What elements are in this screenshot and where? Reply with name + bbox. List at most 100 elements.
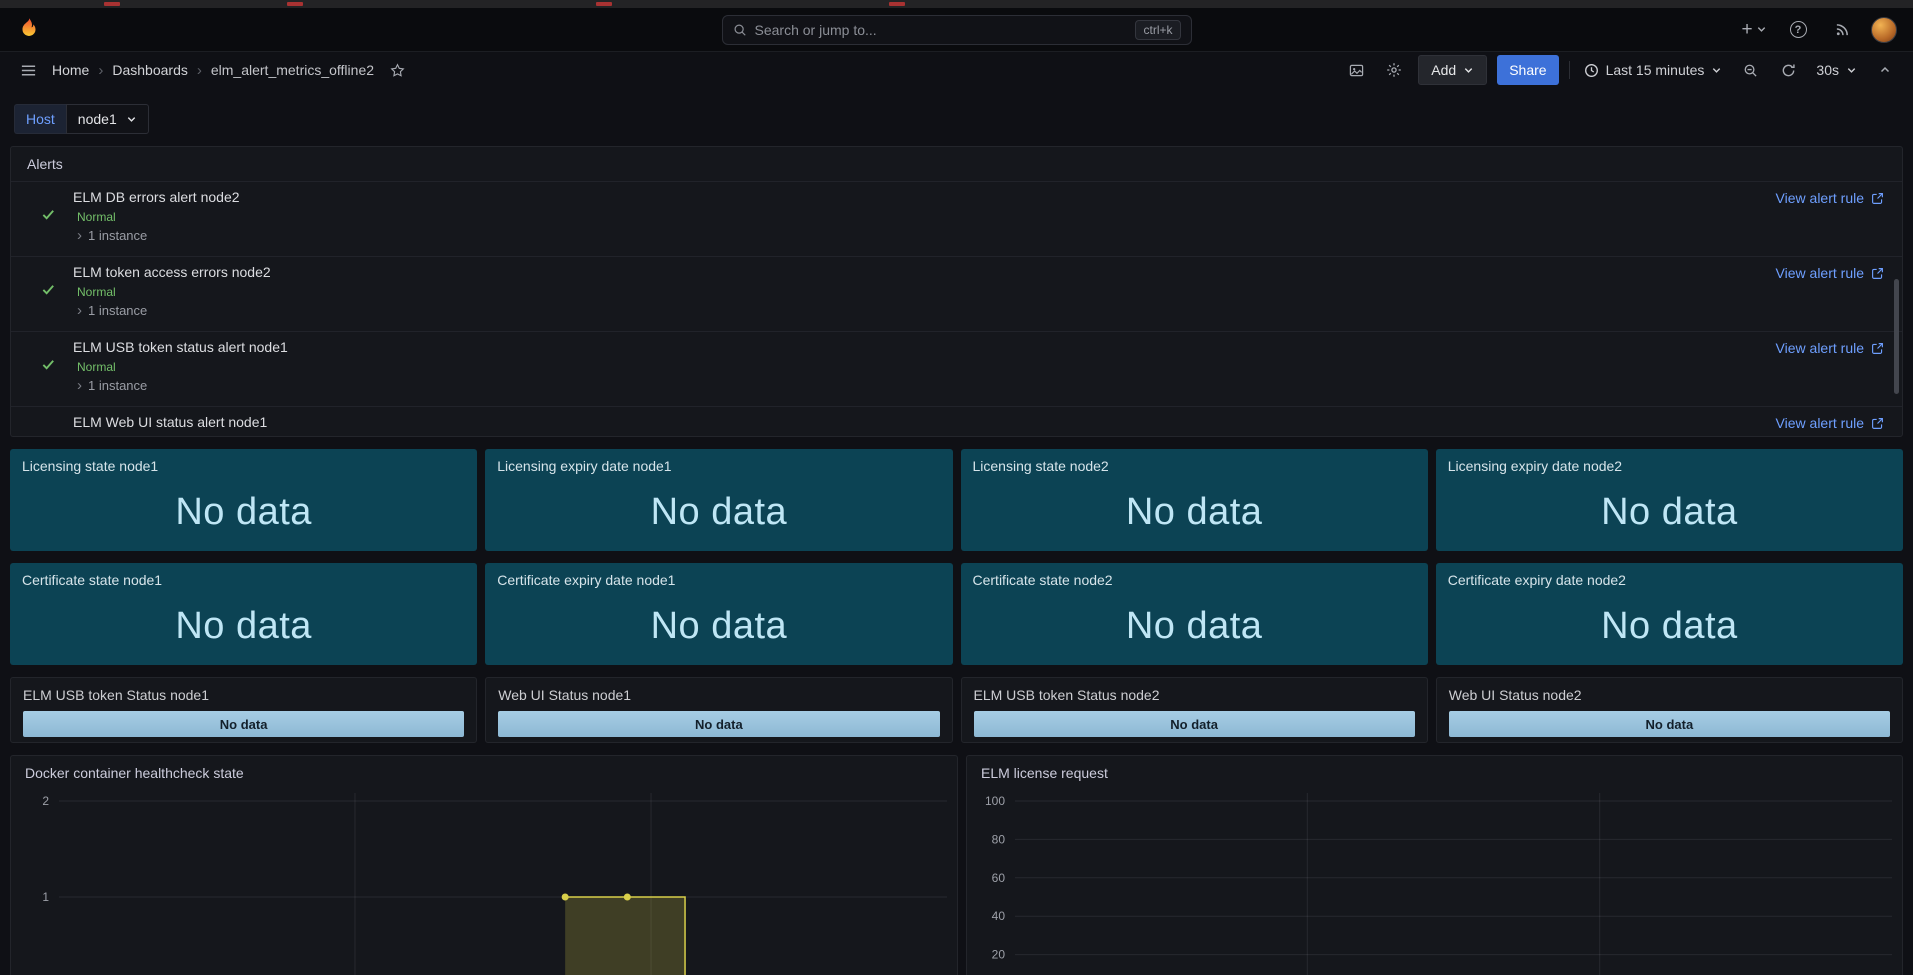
svg-text:60: 60 — [992, 871, 1006, 885]
alert-rule-name: ELM DB errors alert node2 — [73, 189, 240, 205]
grafana-logo-icon[interactable] — [16, 17, 42, 43]
host-variable-dropdown[interactable]: node1 — [66, 104, 149, 134]
chevron-down-icon — [126, 114, 137, 125]
news-button[interactable] — [1827, 15, 1857, 45]
panel-title[interactable]: Certificate expiry date node1 — [497, 572, 940, 588]
browser-tab-marker — [104, 2, 120, 6]
plus-icon: + — [1741, 20, 1752, 39]
svg-text:40: 40 — [992, 909, 1006, 923]
timeseries-panel-elm-license-request: ELM license request 20 40 60 80 100 — [966, 755, 1903, 975]
divider — [1569, 61, 1570, 79]
star-icon — [390, 63, 405, 78]
favorite-star-button[interactable] — [383, 56, 411, 84]
breadcrumb-home[interactable]: Home — [52, 62, 89, 78]
refresh-button[interactable] — [1774, 56, 1802, 84]
alerts-panel: Alerts ELM DB errors alert node2 Normal … — [10, 146, 1903, 437]
breadcrumb-chevron-icon: › — [197, 62, 202, 79]
alert-instances-label: 1 instance — [88, 378, 147, 393]
menu-toggle-button[interactable] — [14, 56, 42, 84]
clock-icon — [1584, 63, 1599, 78]
alert-instances-toggle[interactable]: › 1 instance — [77, 303, 147, 318]
external-link-icon — [1871, 267, 1884, 280]
stat-no-data-value: No data — [1436, 473, 1903, 551]
alert-instances-label: 1 instance — [88, 303, 147, 318]
view-alert-rule-link[interactable]: View alert rule — [1776, 265, 1884, 281]
alert-instances-toggle[interactable]: › 1 instance — [77, 228, 147, 243]
search-icon — [733, 23, 747, 37]
search-bar[interactable]: ctrl+k — [722, 15, 1192, 45]
search-input[interactable] — [755, 22, 1128, 38]
gauge-panel: Web UI Status node2 No data — [1436, 677, 1903, 743]
snapshot-button[interactable] — [1342, 56, 1370, 84]
keyboard-shortcut-badge: ctrl+k — [1135, 20, 1180, 40]
panel-title[interactable]: Licensing state node1 — [22, 458, 465, 474]
panel-title[interactable]: Web UI Status node1 — [498, 687, 939, 703]
share-button[interactable]: Share — [1497, 55, 1558, 85]
browser-tab-marker — [596, 2, 612, 6]
stat-no-data-value: No data — [961, 473, 1428, 551]
add-button-label: Add — [1431, 62, 1456, 78]
external-link-icon — [1871, 192, 1884, 205]
top-navigation-bar: ctrl+k + ? — [0, 8, 1913, 52]
zoom-out-time-button[interactable] — [1736, 56, 1764, 84]
panel-title[interactable]: Web UI Status node2 — [1449, 687, 1890, 703]
chevron-down-icon — [1756, 24, 1767, 35]
breadcrumb-chevron-icon: › — [98, 62, 103, 79]
dashboard-settings-button[interactable] — [1380, 56, 1408, 84]
alert-instances-label: 1 instance — [88, 228, 147, 243]
new-menu-button[interactable]: + — [1739, 15, 1769, 45]
timeseries-panel-docker-healthcheck: Docker container healthcheck state 12 — [10, 755, 958, 975]
panel-title[interactable]: Licensing expiry date node1 — [497, 458, 940, 474]
add-button[interactable]: Add — [1418, 55, 1487, 85]
alert-rule-row: ELM DB errors alert node2 Normal › 1 ins… — [11, 181, 1902, 256]
panel-title[interactable]: Certificate state node2 — [973, 572, 1416, 588]
alert-state: Normal — [77, 285, 116, 299]
svg-text:1: 1 — [42, 890, 49, 904]
refresh-interval-picker[interactable]: 30s — [1812, 55, 1861, 85]
gauge-bar: No data — [23, 711, 464, 737]
breadcrumb-current-dashboard: elm_alert_metrics_offline2 — [211, 62, 374, 78]
gauge-panel: ELM USB token Status node1 No data — [10, 677, 477, 743]
panel-title[interactable]: Certificate expiry date node2 — [1448, 572, 1891, 588]
check-icon — [41, 207, 56, 222]
check-icon — [41, 357, 56, 372]
alert-state: Normal — [77, 360, 116, 374]
panel-title[interactable]: Docker container healthcheck state — [11, 765, 957, 781]
panel-title[interactable]: Certificate state node1 — [22, 572, 465, 588]
collapse-toolbar-button[interactable] — [1871, 56, 1899, 84]
charts-row: Docker container healthcheck state 12 EL… — [10, 755, 1903, 975]
question-icon: ? — [1790, 21, 1807, 38]
panel-title[interactable]: ELM USB token Status node1 — [23, 687, 464, 703]
alerts-panel-title[interactable]: Alerts — [11, 147, 1902, 172]
breadcrumb-dashboards[interactable]: Dashboards — [112, 62, 188, 78]
panel-title[interactable]: ELM USB token Status node2 — [974, 687, 1415, 703]
stat-no-data-value: No data — [10, 587, 477, 665]
scrollbar-thumb[interactable] — [1894, 279, 1899, 394]
panel-title[interactable]: ELM license request — [967, 765, 1902, 781]
view-alert-rule-link[interactable]: View alert rule — [1776, 340, 1884, 356]
alert-instances-toggle[interactable]: › 1 instance — [77, 378, 147, 393]
gauge-bar: No data — [1449, 711, 1890, 737]
svg-text:20: 20 — [992, 948, 1006, 962]
user-avatar[interactable] — [1871, 17, 1897, 43]
help-button[interactable]: ? — [1783, 15, 1813, 45]
view-alert-rule-link[interactable]: View alert rule — [1776, 415, 1884, 431]
stat-no-data-value: No data — [1436, 587, 1903, 665]
variables-row: Host node1 — [0, 88, 1913, 134]
stat-no-data-value: No data — [10, 473, 477, 551]
chevron-right-icon: › — [77, 303, 82, 318]
alert-rule-row: ELM token access errors node2 Normal › 1… — [11, 256, 1902, 331]
chevron-down-icon — [1711, 65, 1722, 76]
panel-title[interactable]: Licensing expiry date node2 — [1448, 458, 1891, 474]
svg-text:80: 80 — [992, 832, 1006, 846]
time-range-picker[interactable]: Last 15 minutes — [1580, 55, 1727, 85]
browser-tab-marker — [889, 2, 905, 6]
panel-title[interactable]: Licensing state node2 — [973, 458, 1416, 474]
gauge-bar: No data — [974, 711, 1415, 737]
stat-panel: Licensing expiry date node1 No data — [485, 449, 952, 551]
stat-panel: Licensing state node1 No data — [10, 449, 477, 551]
view-alert-rule-link[interactable]: View alert rule — [1776, 190, 1884, 206]
chevron-down-icon — [1463, 65, 1474, 76]
svg-text:100: 100 — [985, 794, 1005, 808]
zoom-out-icon — [1743, 63, 1758, 78]
